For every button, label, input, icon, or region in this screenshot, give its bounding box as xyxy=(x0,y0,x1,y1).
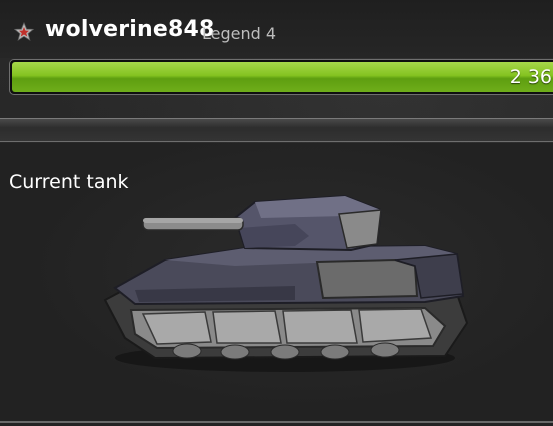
player-name: wolverine848 xyxy=(45,17,215,42)
experience-bar: 2 36 xyxy=(9,59,553,95)
experience-value: 2 36 xyxy=(509,66,552,88)
rank-title: Legend 4 xyxy=(202,24,277,43)
panel-bottom-border xyxy=(0,421,553,423)
player-header: wolverine848 Legend 4 xyxy=(0,0,553,58)
section-divider xyxy=(0,118,553,142)
tank-icon[interactable] xyxy=(95,188,475,378)
star-icon xyxy=(14,22,34,41)
garage-screen: wolverine848 Legend 4 2 36 Current tank xyxy=(0,0,553,426)
experience-bar-fill xyxy=(12,62,553,92)
